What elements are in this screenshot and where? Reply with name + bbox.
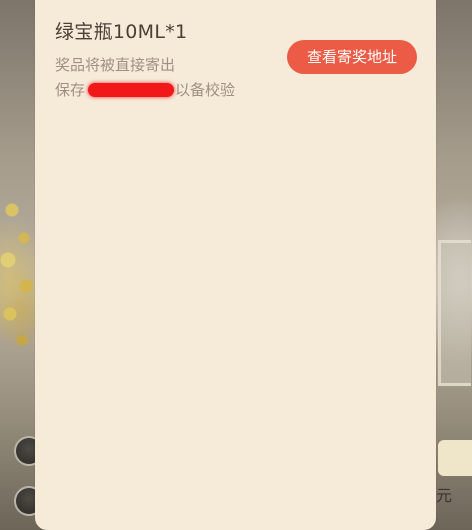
background-currency-label: 元 xyxy=(436,486,453,505)
background-flowers-image xyxy=(0,190,38,360)
redaction-mark xyxy=(88,82,175,97)
background-chip xyxy=(438,440,472,476)
prize-modal: 绿宝瓶10ML*1 奖品将被直接寄出 保存 以备校验 查看寄奖地址 xyxy=(35,0,436,530)
delivery-note: 奖品将被直接寄出 xyxy=(55,56,176,74)
keep-note: 保存 以备校验 xyxy=(55,79,235,100)
keep-note-suffix: 以备校验 xyxy=(175,81,236,99)
background-frame-image xyxy=(438,240,471,386)
view-address-button[interactable]: 查看寄奖地址 xyxy=(287,40,417,74)
prize-title: 绿宝瓶10ML*1 xyxy=(55,21,188,43)
keep-note-prefix: 保存 xyxy=(55,81,86,99)
